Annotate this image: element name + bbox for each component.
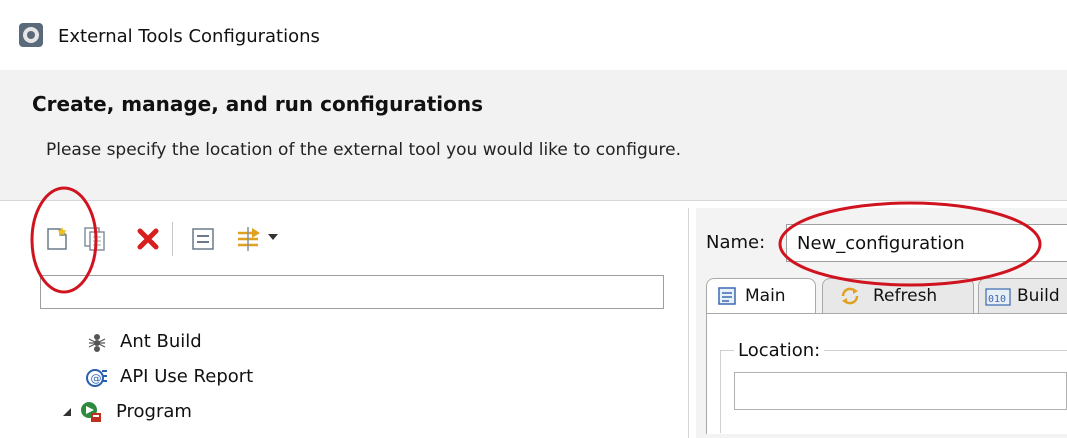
filter-input[interactable]: [40, 275, 664, 309]
location-field[interactable]: [734, 372, 1067, 410]
tab-build[interactable]: 010 Build: [978, 278, 1067, 314]
gear-icon: [19, 23, 43, 47]
tree-item-label: Program: [116, 401, 192, 422]
tree-item-ant-build[interactable]: Ant Build: [86, 328, 306, 356]
duplicate-icon[interactable]: [82, 226, 108, 252]
delete-icon[interactable]: [135, 226, 161, 252]
tab-main[interactable]: Main: [706, 278, 816, 314]
svg-text:@: @: [91, 372, 102, 385]
api-report-icon: @: [86, 369, 107, 387]
name-label: Name:: [706, 232, 766, 253]
main-tab-icon: [718, 287, 736, 305]
tab-refresh-label: Refresh: [873, 286, 938, 306]
tab-build-label: Build: [1017, 286, 1060, 306]
dialog-message: Please specify the location of the exter…: [46, 140, 682, 160]
window-title: External Tools Configurations: [58, 26, 320, 47]
dialog-header: [0, 70, 1067, 201]
collapse-all-icon[interactable]: [190, 226, 216, 252]
program-icon: [81, 402, 101, 422]
ant-icon: [88, 334, 106, 352]
build-icon: 010: [985, 288, 1011, 306]
location-label: Location:: [734, 340, 825, 361]
filter-icon[interactable]: [234, 224, 264, 254]
tab-refresh[interactable]: Refresh: [822, 278, 974, 314]
chevron-down-icon[interactable]: [266, 230, 280, 244]
name-field[interactable]: [786, 224, 1067, 262]
svg-text:010: 010: [988, 294, 1006, 305]
tree-item-label: Ant Build: [120, 331, 202, 352]
tree-item-label: API Use Report: [120, 366, 254, 387]
toolbar-separator: [172, 222, 173, 256]
tree-item-program[interactable]: Program: [62, 398, 282, 426]
tree-item-api-use-report[interactable]: @ API Use Report: [86, 363, 346, 391]
tab-main-label: Main: [745, 286, 786, 306]
new-configuration-icon[interactable]: [44, 226, 70, 252]
expand-arrow-icon[interactable]: [62, 407, 72, 417]
refresh-icon: [841, 287, 859, 305]
dialog-heading: Create, manage, and run configurations: [32, 92, 483, 116]
